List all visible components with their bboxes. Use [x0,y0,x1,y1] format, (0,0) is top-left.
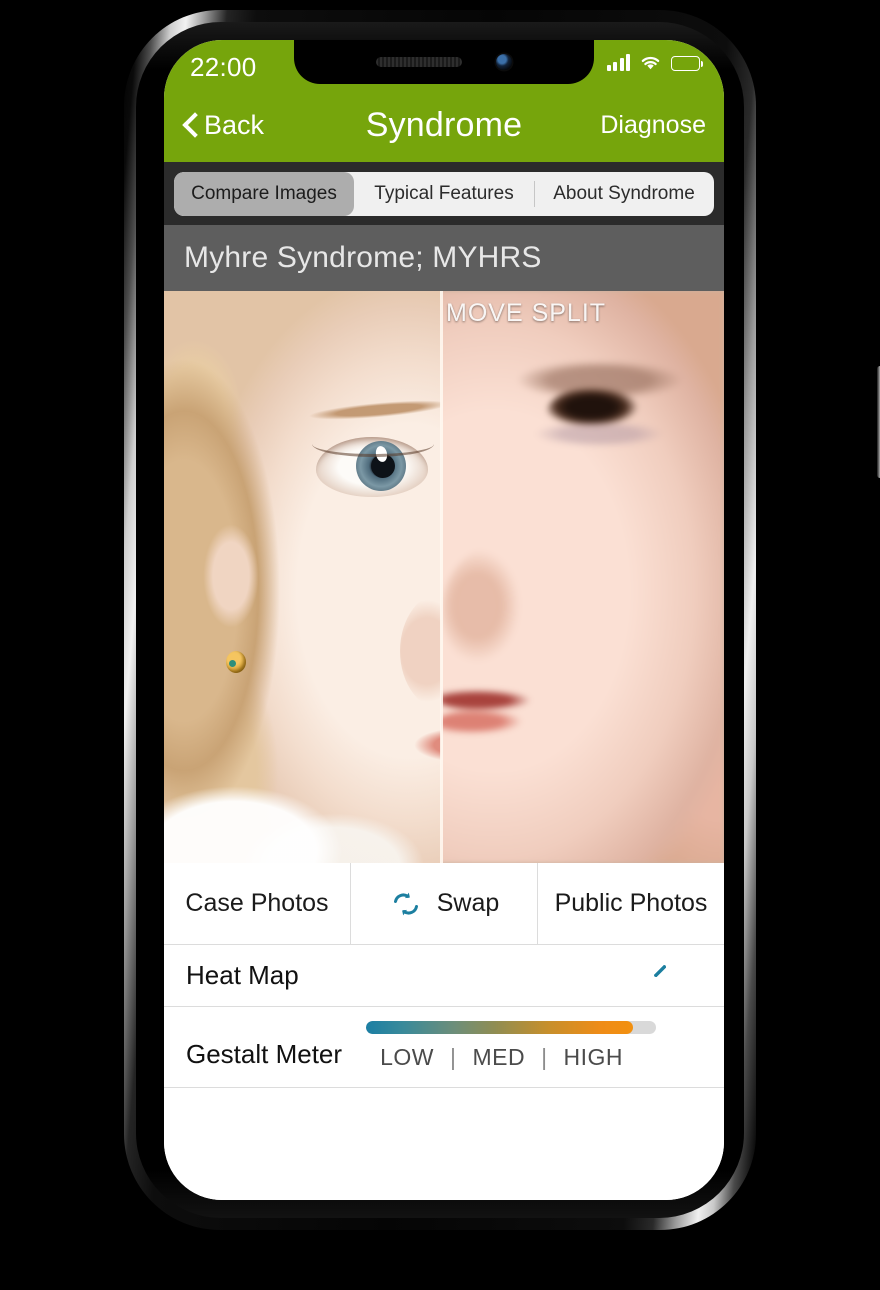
gestalt-scale-sep-2: | [541,1044,548,1070]
heat-map-label: Heat Map [186,960,299,990]
signal-bars-icon [606,54,630,71]
tab-about-syndrome-label: About Syndrome [553,183,695,204]
public-photo-image[interactable] [441,291,724,863]
gestalt-scale-high: HIGH [563,1044,624,1070]
gestalt-scale-low: LOW [380,1044,434,1070]
tab-typical-features-label: Typical Features [374,183,514,204]
status-bar-time: 22:00 [190,51,257,82]
public-photos-button[interactable]: Public Photos [537,863,724,944]
public-photo-lips [441,686,586,748]
back-button[interactable]: Back [182,110,264,141]
case-photo-nose [400,591,441,711]
gestalt-meter-track [366,1021,657,1034]
navigation-bar: Back Syndrome Diagnose [164,96,724,162]
case-photo-eyebrow [303,394,441,426]
back-button-label: Back [204,109,265,140]
diagnose-button[interactable]: Diagnose [600,111,706,140]
gestalt-scale-sep-1: | [449,1044,457,1070]
chevron-left-icon [182,112,199,138]
tab-about-syndrome[interactable]: About Syndrome [534,172,714,216]
case-photos-label: Case Photos [185,889,329,917]
wifi-icon [641,56,660,70]
case-photos-button[interactable]: Case Photos [164,863,350,944]
gestalt-meter-row: Gestalt Meter LOW | MED | HIGH [164,1007,724,1088]
phone-device-frame: 22:00 Back Syndrome Diagnose Compare Ima… [124,10,880,1230]
tab-compare-images-label: Compare Images [191,183,337,204]
case-photo-eye [312,437,434,497]
public-photo-canvas [441,291,724,863]
battery-full-icon [671,56,703,71]
case-photo-image[interactable] [164,291,441,863]
split-divider-handle[interactable] [440,291,443,863]
heat-map-toggle[interactable] [654,965,666,977]
syndrome-header-bar: Myhre Syndrome; MYHRS [164,225,724,291]
segmented-control-container: Compare Images Typical Features About Sy… [164,162,724,225]
front-camera-icon [496,54,512,70]
tab-typical-features[interactable]: Typical Features [354,172,534,216]
gestalt-meter-widget: LOW | MED | HIGH [366,1021,657,1071]
empty-content-area [164,1088,724,1200]
case-photo-ear [202,521,260,631]
gestalt-meter-label: Gestalt Meter [186,1039,343,1069]
phone-notch [294,40,594,84]
public-photos-label: Public Photos [554,889,708,917]
phone-screen: 22:00 Back Syndrome Diagnose Compare Ima… [164,40,724,1200]
swap-icon [393,892,418,915]
tab-compare-images[interactable]: Compare Images [174,172,354,216]
image-compare-viewer[interactable]: MOVE SPLIT [164,291,724,863]
status-bar-indicators [606,54,703,71]
swap-label: Swap [436,889,500,917]
case-photo-earring [226,651,246,673]
segmented-control: Compare Images Typical Features About Sy… [174,172,714,216]
gestalt-meter-scale: LOW | MED | HIGH [366,1044,656,1071]
syndrome-name: Myhre Syndrome; MYHRS [184,241,542,274]
heat-map-row[interactable]: Heat Map [164,945,724,1007]
case-photo-canvas [164,291,441,863]
earpiece-speaker-icon [376,57,462,67]
gestalt-meter-fill [366,1021,633,1034]
case-photo-lips [396,723,441,767]
public-photo-nose [442,546,552,676]
gestalt-scale-med: MED [472,1044,526,1070]
swap-button[interactable]: Swap [350,863,537,944]
public-photo-eye [507,349,692,449]
photo-source-row: Case Photos Swap Public Photos [164,863,724,945]
